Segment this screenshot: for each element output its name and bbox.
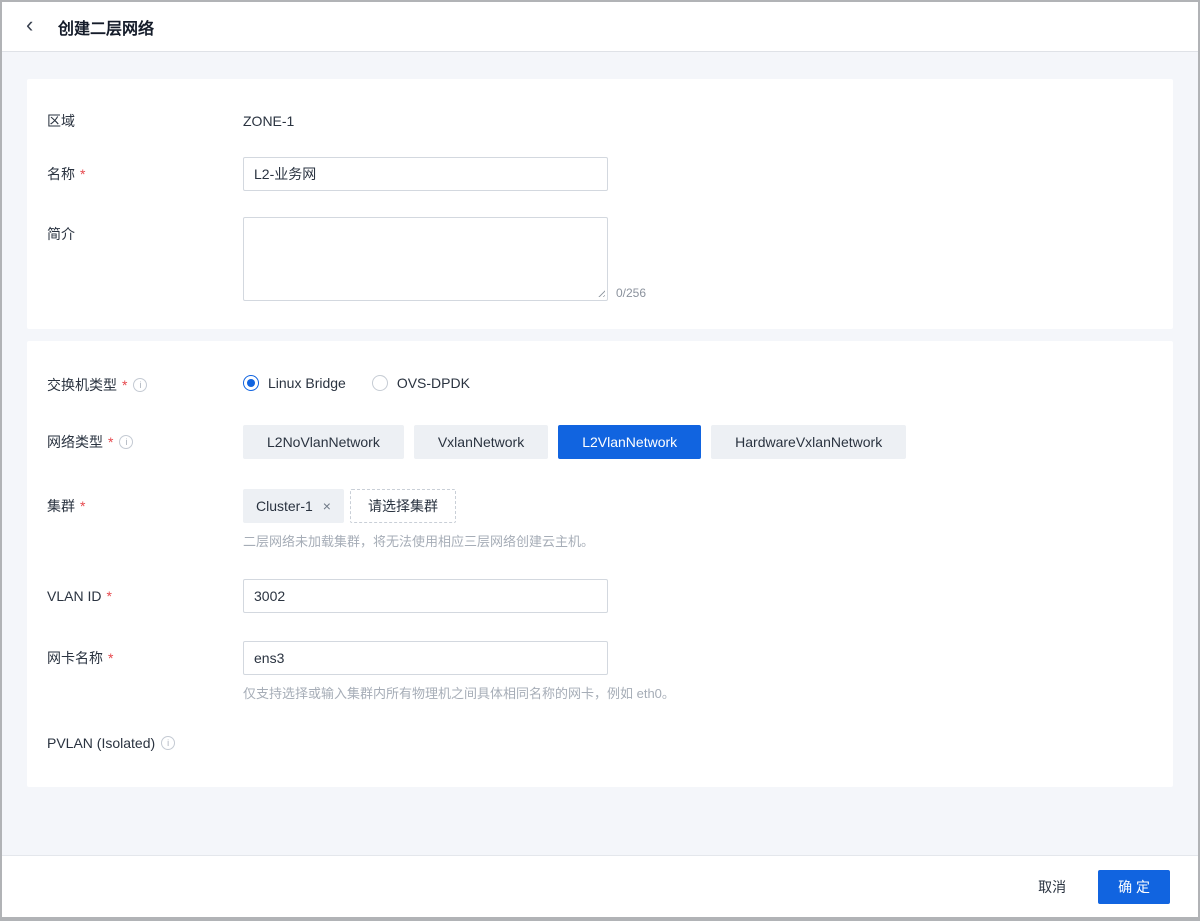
nic-name-row: 网卡名称 * 仅支持选择或输入集群内所有物理机之间具体相同名称的网卡，例如 et… <box>47 641 1153 703</box>
radio-circle-icon <box>372 375 388 391</box>
required-asterisk: * <box>108 432 113 452</box>
vlan-id-input[interactable] <box>243 579 608 613</box>
info-icon[interactable]: i <box>133 378 147 392</box>
page-title: 创建二层网络 <box>58 15 154 39</box>
switch-type-radio-group: Linux Bridge OVS-DPDK <box>243 375 1153 391</box>
back-chevron-icon: ‹ <box>26 14 33 36</box>
info-icon[interactable]: i <box>161 736 175 750</box>
pvlan-label: PVLAN (Isolated) <box>47 733 155 753</box>
nic-helper-text: 仅支持选择或输入集群内所有物理机之间具体相同名称的网卡，例如 eth0。 <box>243 685 1153 703</box>
select-cluster-button[interactable]: 请选择集群 <box>350 489 456 523</box>
network-type-row: 网络类型 * i L2NoVlanNetwork VxlanNetwork L2… <box>47 425 1153 459</box>
toggle-knob <box>227 745 241 759</box>
basic-info-card: 区域 ZONE-1 名称 * 简介 <box>27 79 1173 329</box>
vlan-id-label: VLAN ID <box>47 586 101 606</box>
cluster-tag-label: Cluster-1 <box>256 498 313 514</box>
cancel-button[interactable]: 取消 <box>1034 869 1070 905</box>
cluster-row: 集群 * Cluster-1 × 请选择集群 二层网络未加载集群，将无法使用相应… <box>47 489 1153 551</box>
cluster-label: 集群 <box>47 496 75 516</box>
nic-name-input[interactable] <box>243 641 608 675</box>
required-asterisk: * <box>122 375 127 395</box>
required-asterisk: * <box>106 586 111 606</box>
switch-type-row: 交换机类型 * i Linux Bridge OVS-DPDK <box>47 375 1153 395</box>
name-row: 名称 * <box>47 157 1153 191</box>
required-asterisk: * <box>80 164 85 184</box>
cluster-helper-text: 二层网络未加载集群，将无法使用相应三层网络创建云主机。 <box>243 533 1153 551</box>
back-button[interactable]: ‹ <box>26 14 52 40</box>
check-icon: ✓ <box>249 737 258 748</box>
radio-linux-bridge[interactable]: Linux Bridge <box>243 375 346 391</box>
network-type-button-group: L2NoVlanNetwork VxlanNetwork L2VlanNetwo… <box>243 425 1153 459</box>
network-config-card: 交换机类型 * i Linux Bridge OVS-DPDK <box>27 341 1173 787</box>
name-label: 名称 <box>47 164 75 184</box>
remove-tag-icon[interactable]: × <box>323 499 331 513</box>
confirm-button[interactable]: 确 定 <box>1098 870 1170 904</box>
zone-label: 区域 <box>47 111 75 131</box>
network-type-hardwarevxlan[interactable]: HardwareVxlanNetwork <box>711 425 906 459</box>
description-row: 简介 0/256 <box>47 217 1153 301</box>
radio-ovs-dpdk[interactable]: OVS-DPDK <box>372 375 470 391</box>
description-textarea[interactable] <box>243 217 608 301</box>
description-label: 简介 <box>47 224 75 244</box>
zone-value: ZONE-1 <box>243 113 294 129</box>
network-type-label: 网络类型 <box>47 432 103 452</box>
zone-row: 区域 ZONE-1 <box>47 111 1153 131</box>
name-input[interactable] <box>243 157 608 191</box>
network-type-l2vlan[interactable]: L2VlanNetwork <box>558 425 701 459</box>
network-type-l2novlan[interactable]: L2NoVlanNetwork <box>243 425 404 459</box>
create-l2-network-page: ‹ 创建二层网络 区域 ZONE-1 名称 * <box>0 0 1200 921</box>
switch-type-label: 交换机类型 <box>47 375 117 395</box>
form-content: 区域 ZONE-1 名称 * 简介 <box>2 52 1198 855</box>
required-asterisk: * <box>80 496 85 516</box>
page-header: ‹ 创建二层网络 <box>2 2 1198 52</box>
char-counter: 0/256 <box>616 286 646 301</box>
radio-circle-icon <box>243 375 259 391</box>
required-asterisk: * <box>108 648 113 668</box>
nic-name-label: 网卡名称 <box>47 648 103 668</box>
cluster-tag: Cluster-1 × <box>243 489 344 523</box>
info-icon[interactable]: i <box>119 435 133 449</box>
page-footer: 取消 确 定 <box>2 855 1198 917</box>
vlan-id-row: VLAN ID * <box>47 579 1153 613</box>
pvlan-row: PVLAN (Isolated) i ✓ <box>47 733 1153 753</box>
network-type-vxlan[interactable]: VxlanNetwork <box>414 425 548 459</box>
